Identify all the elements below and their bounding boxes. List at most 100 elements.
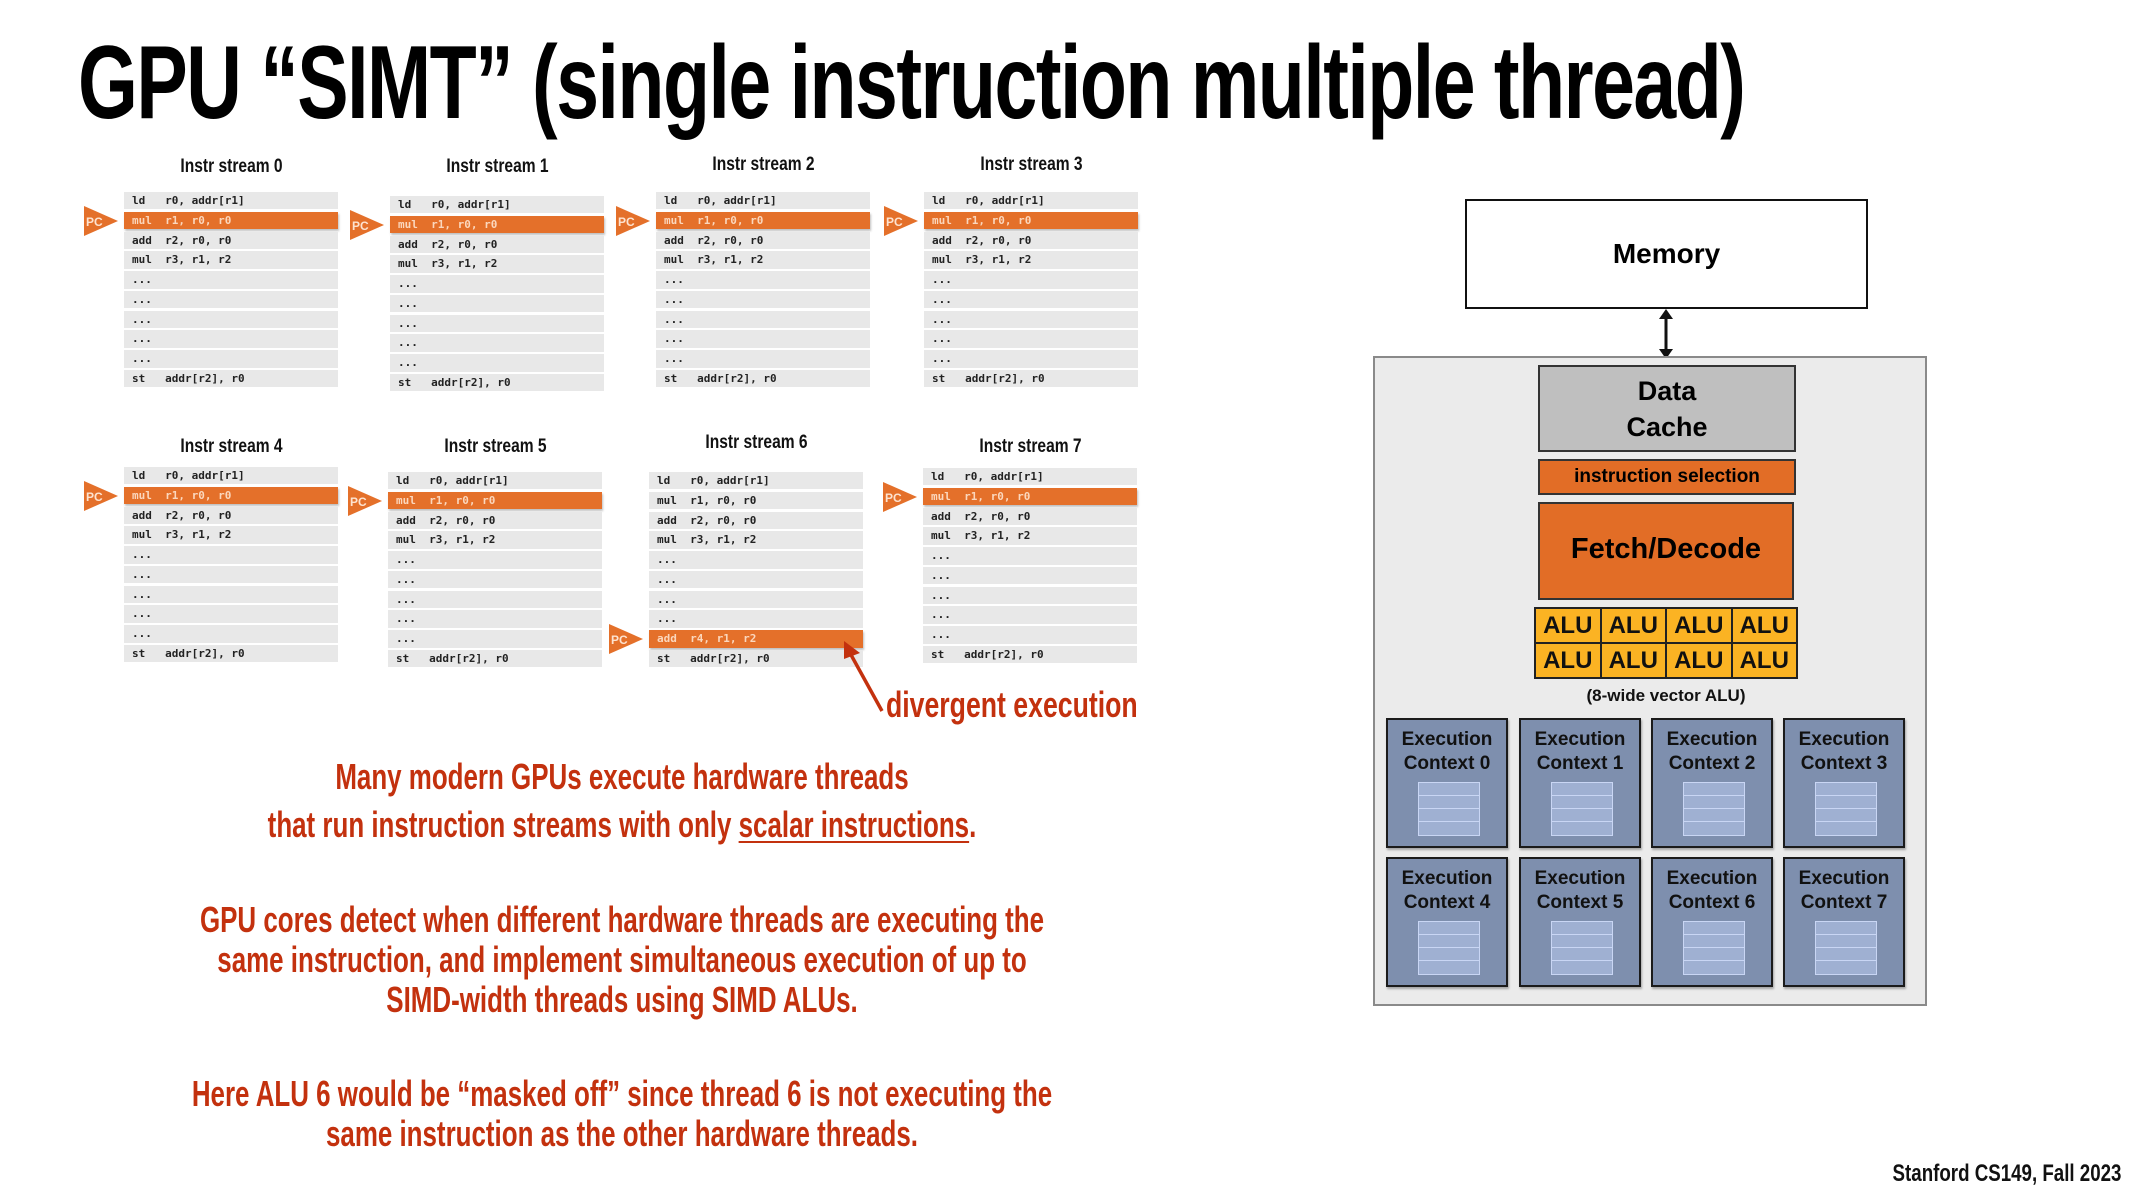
instruction-row: ...	[124, 625, 338, 643]
stream-title-4: Instr stream 4	[180, 436, 283, 457]
paragraph-3: Here ALU 6 would be “masked off” since t…	[190, 1074, 1054, 1154]
instruction-row: ...	[388, 551, 602, 569]
instruction-row: mul r3, r1, r2	[124, 251, 338, 269]
instruction-row: ...	[390, 334, 604, 352]
register-file-icon	[1683, 921, 1745, 975]
instruction-row: ...	[656, 330, 870, 348]
paragraph-3-line-1: Here ALU 6 would be “masked off” since t…	[191, 1073, 1053, 1114]
paragraph-1-line-2: that run instruction streams with only s…	[267, 804, 977, 845]
instruction-row: ld r0, addr[r1]	[390, 196, 604, 214]
pc-marker-icon: PC	[350, 209, 384, 240]
instruction-row: ...	[649, 610, 863, 628]
instruction-row: add r2, r0, r0	[656, 231, 870, 249]
stream-title-0: Instr stream 0	[180, 156, 283, 177]
instruction-row: ...	[924, 290, 1138, 309]
execution-context-3: Execution Context 3	[1783, 718, 1905, 848]
instruction-row: st addr[r2], r0	[124, 645, 338, 663]
execution-context-label: Execution Context 7	[1798, 868, 1890, 913]
stream-title-6: Instr stream 6	[705, 432, 808, 453]
execution-context-1: Execution Context 1	[1519, 718, 1641, 848]
execution-context-2: Execution Context 2	[1651, 718, 1773, 848]
instruction-selection: instruction selection	[1538, 459, 1796, 495]
instruction-row: ...	[923, 547, 1137, 565]
instruction-row: ...	[124, 330, 338, 348]
instruction-row: st addr[r2], r0	[656, 370, 870, 388]
instruction-row: ...	[923, 586, 1137, 605]
register-file-icon	[1815, 782, 1877, 836]
svg-text:PC: PC	[86, 490, 103, 504]
instruction-row: mul r3, r1, r2	[649, 531, 863, 549]
current-instruction-row: mul r1, r0, r0	[390, 215, 604, 234]
register-file-icon	[1418, 782, 1480, 836]
execution-context-7: Execution Context 7	[1783, 857, 1905, 987]
stream-title-7: Instr stream 7	[979, 436, 1082, 457]
pc-marker-icon: PC	[884, 205, 918, 236]
instr-stream-3: ld r0, addr[r1] mul r1, r0, r0 add r2, r0,…	[924, 192, 1138, 390]
instruction-row: ...	[924, 310, 1138, 329]
instruction-row: ...	[124, 310, 338, 329]
svg-text:PC: PC	[352, 219, 369, 233]
register-file-icon	[1551, 921, 1613, 975]
instr-stream-2: ld r0, addr[r1] mul r1, r0, r0 add r2, r0,…	[656, 192, 870, 390]
stream-title-3: Instr stream 3	[980, 154, 1083, 175]
instruction-row: ...	[924, 350, 1138, 368]
svg-text:PC: PC	[886, 215, 903, 229]
instr-stream-0: ld r0, addr[r1] mul r1, r0, r0 add r2, r0,…	[124, 192, 338, 390]
instruction-row: ...	[649, 570, 863, 589]
register-file-icon	[1418, 921, 1480, 975]
data-cache: Data Cache	[1538, 365, 1796, 452]
instr-stream-4: ld r0, addr[r1] mul r1, r0, r0 add r2, r0,…	[124, 467, 338, 665]
register-file-icon	[1551, 782, 1613, 836]
paragraph-2-line-1: GPU cores detect when different hardware…	[199, 899, 1045, 940]
paragraph-1: Many modern GPUs execute hardware thread…	[262, 757, 982, 845]
pc-marker-icon: PC	[883, 481, 917, 512]
alu-3: ALU	[1732, 609, 1796, 642]
instruction-row: add r2, r0, r0	[924, 231, 1138, 249]
alu-0: ALU	[1536, 609, 1600, 642]
execution-context-5: Execution Context 5	[1519, 857, 1641, 987]
instruction-row: ...	[390, 314, 604, 333]
execution-context-label: Execution Context 4	[1401, 868, 1493, 913]
svg-text:PC: PC	[885, 491, 902, 505]
instr-stream-1: ld r0, addr[r1] mul r1, r0, r0 add r2, r0,…	[390, 196, 604, 394]
instruction-row: ...	[924, 330, 1138, 348]
divergent-execution-label: divergent execution	[886, 684, 1138, 725]
instruction-row: ...	[124, 271, 338, 289]
instruction-row: add r2, r0, r0	[124, 506, 338, 524]
current-instruction-row: mul r1, r0, r0	[124, 211, 338, 230]
instruction-row: ...	[124, 546, 338, 564]
instruction-row: ...	[388, 570, 602, 589]
instruction-row: mul r3, r1, r2	[656, 251, 870, 269]
slide-title: GPU “SIMT” (single instruction multiple …	[78, 25, 1746, 141]
fetch-decode-unit: Fetch/Decode	[1538, 502, 1794, 600]
instruction-row: ...	[388, 630, 602, 648]
instruction-row: ...	[656, 350, 870, 368]
alu-caption: (8-wide vector ALU)	[1586, 686, 1746, 705]
instruction-row: ...	[390, 275, 604, 293]
alu-6: ALU	[1667, 644, 1731, 677]
instruction-row: ...	[388, 590, 602, 609]
footer-credit: Stanford CS149, Fall 2023	[1892, 1160, 2121, 1187]
instruction-row: ...	[390, 294, 604, 313]
execution-context-label: Execution Context 3	[1798, 729, 1890, 774]
current-instruction-row: mul r1, r0, r0	[923, 487, 1137, 506]
instruction-row: ld r0, addr[r1]	[124, 467, 338, 485]
execution-context-4: Execution Context 4	[1386, 857, 1508, 987]
svg-text:PC: PC	[350, 495, 367, 509]
execution-context-label: Execution Context 6	[1666, 868, 1758, 913]
pc-marker-icon: PC	[84, 205, 118, 236]
instruction-row: mul r3, r1, r2	[924, 251, 1138, 269]
instruction-row: ...	[124, 605, 338, 623]
instruction-row: ...	[656, 290, 870, 309]
instruction-row: ...	[390, 354, 604, 372]
execution-context-0: Execution Context 0	[1386, 718, 1508, 848]
execution-context-label: Execution Context 2	[1666, 729, 1758, 774]
execution-context-label: Execution Context 5	[1534, 868, 1626, 913]
instruction-row: ...	[124, 290, 338, 309]
alu-grid: ALU ALU ALU ALU ALU ALU ALU ALU	[1534, 607, 1798, 679]
instruction-row: ld r0, addr[r1]	[924, 192, 1138, 210]
instruction-row: ...	[124, 585, 338, 604]
instruction-row: st addr[r2], r0	[390, 374, 604, 392]
instruction-row: ld r0, addr[r1]	[388, 472, 602, 490]
instruction-row: ...	[649, 551, 863, 569]
